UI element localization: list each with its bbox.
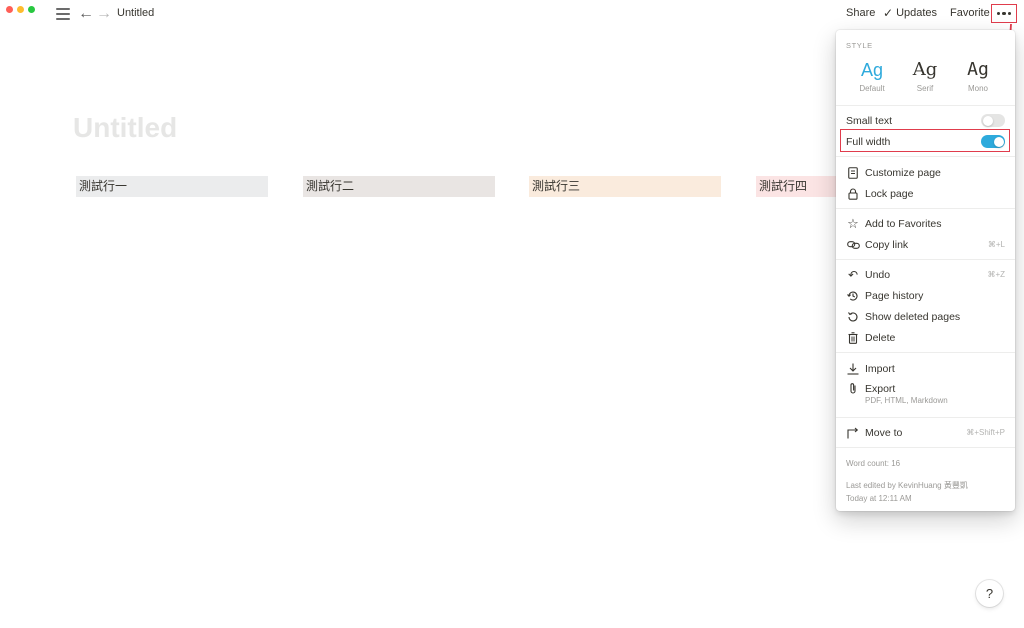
breadcrumb-page-title[interactable]: Untitled	[117, 7, 154, 19]
divider	[836, 208, 1015, 209]
help-button[interactable]: ?	[976, 580, 1003, 607]
checkmark-icon: ✓	[883, 6, 894, 20]
small-text-row[interactable]: Small text	[836, 110, 1015, 131]
column-block-3[interactable]: 測試行三	[529, 176, 721, 197]
more-options-button[interactable]	[991, 4, 1017, 23]
import-item[interactable]: Import	[836, 358, 1015, 379]
divider	[836, 105, 1015, 106]
import-label: Import	[865, 362, 895, 375]
share-button[interactable]: Share	[846, 7, 875, 19]
move-to-shortcut: ⌘+Shift+P	[966, 428, 1005, 437]
font-option-default[interactable]: Ag Default	[848, 58, 896, 93]
more-dots-icon	[996, 11, 1001, 16]
copy-link-label: Copy link	[865, 238, 909, 251]
customize-page-item[interactable]: Customize page	[836, 162, 1015, 183]
page-options-menu: STYLE Ag Default Ag Serif Ag Mono Small …	[836, 30, 1015, 511]
copy-link-shortcut: ⌘+L	[987, 240, 1005, 249]
divider	[836, 417, 1015, 418]
font-preview-mono: Ag	[967, 59, 989, 80]
add-to-favorites-item[interactable]: ☆ Add to Favorites	[836, 213, 1015, 234]
page-history-item[interactable]: Page history	[836, 285, 1015, 306]
link-icon	[846, 238, 860, 252]
forward-arrow-icon[interactable]: →	[96, 4, 112, 24]
topbar: ← → Untitled Share ✓ Updates Favorite	[0, 0, 1024, 28]
restore-icon	[846, 310, 860, 324]
undo-icon: ↶	[847, 267, 859, 282]
move-to-label: Move to	[865, 426, 903, 439]
back-arrow-icon[interactable]: ←	[78, 4, 94, 24]
full-width-toggle[interactable]	[981, 135, 1005, 148]
font-option-mono[interactable]: Ag Mono	[954, 58, 1002, 93]
export-formats: PDF, HTML, Markdown	[865, 396, 948, 405]
divider	[836, 447, 1015, 448]
undo-item[interactable]: ↶ Undo ⌘+Z	[836, 264, 1015, 285]
customize-page-label: Customize page	[865, 166, 941, 179]
small-text-toggle[interactable]	[981, 114, 1005, 127]
font-label-default: Default	[859, 84, 885, 93]
show-deleted-pages-label: Show deleted pages	[865, 310, 961, 323]
undo-label: Undo	[865, 268, 891, 281]
font-option-serif[interactable]: Ag Serif	[901, 58, 949, 93]
paperclip-icon	[846, 382, 860, 396]
updates-label: Updates	[896, 7, 938, 19]
column-block-2[interactable]: 測試行二	[303, 176, 495, 197]
delete-item[interactable]: Delete	[836, 327, 1015, 348]
small-text-label: Small text	[846, 114, 893, 127]
lock-icon	[846, 187, 860, 201]
favorite-button[interactable]: Favorite	[950, 7, 990, 19]
add-to-favorites-label: Add to Favorites	[865, 217, 942, 230]
app-window: ← → Untitled Share ✓ Updates Favorite Un…	[0, 0, 1024, 628]
history-icon	[846, 289, 860, 303]
document-icon	[846, 166, 860, 180]
undo-shortcut: ⌘+Z	[987, 270, 1005, 279]
move-to-item[interactable]: Move to ⌘+Shift+P	[836, 422, 1015, 443]
trash-icon	[846, 331, 860, 345]
star-icon: ☆	[847, 215, 859, 231]
lock-page-label: Lock page	[865, 187, 914, 200]
export-label: Export	[865, 382, 896, 395]
divider	[836, 259, 1015, 260]
font-label-mono: Mono	[967, 84, 988, 93]
font-label-serif: Serif	[916, 84, 934, 93]
font-preview-serif: Ag	[912, 59, 938, 80]
page-title[interactable]: Untitled	[73, 112, 177, 144]
page-history-label: Page history	[865, 289, 924, 302]
divider	[836, 352, 1015, 353]
copy-link-item[interactable]: Copy link ⌘+L	[836, 234, 1015, 255]
lock-page-item[interactable]: Lock page	[836, 183, 1015, 204]
style-section-label: STYLE	[846, 41, 873, 50]
word-count: Word count: 16	[846, 459, 901, 468]
full-width-row[interactable]: Full width	[836, 131, 1015, 152]
last-edited-time: Today at 12:11 AM	[846, 494, 912, 503]
move-to-icon	[846, 426, 860, 440]
last-edited-by: Last edited by KevinHuang 黃豐凱	[846, 481, 968, 490]
import-icon	[846, 362, 860, 376]
divider	[836, 156, 1015, 157]
column-block-1[interactable]: 測試行一	[76, 176, 268, 197]
sidebar-menu-icon[interactable]	[56, 8, 70, 20]
font-preview-default: Ag	[860, 60, 884, 80]
show-deleted-pages-item[interactable]: Show deleted pages	[836, 306, 1015, 327]
full-width-label: Full width	[846, 135, 891, 148]
updates-button[interactable]: ✓ Updates	[883, 6, 937, 20]
delete-label: Delete	[865, 331, 896, 344]
